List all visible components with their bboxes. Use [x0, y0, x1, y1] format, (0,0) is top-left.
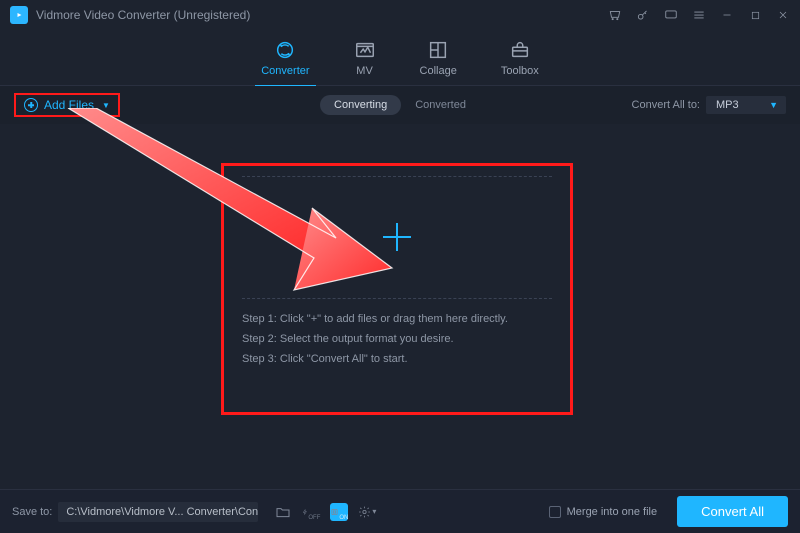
settings-icon[interactable]: ▾	[358, 503, 376, 521]
add-file-plus-icon[interactable]	[383, 223, 411, 251]
dropzone-instructions: Step 1: Click "+" to add files or drag t…	[242, 299, 552, 400]
output-format-value: MP3	[716, 99, 739, 111]
minimize-icon[interactable]	[720, 8, 734, 22]
app-title: Vidmore Video Converter (Unregistered)	[36, 8, 250, 22]
output-format-row: Convert All to: MP3 ▼	[632, 96, 786, 114]
converter-icon	[274, 39, 296, 61]
app-window: Vidmore Video Converter (Unregistered) C…	[0, 0, 800, 533]
close-icon[interactable]	[776, 8, 790, 22]
merge-label: Merge into one file	[567, 506, 658, 518]
menu-icon[interactable]	[692, 8, 706, 22]
subtab-converting[interactable]: Converting	[320, 95, 401, 115]
subtabs: Converting Converted	[320, 95, 480, 115]
open-folder-icon[interactable]	[274, 503, 292, 521]
main-tabs: Converter MV Collage Toolbox	[0, 30, 800, 86]
save-to-label: Save to:	[12, 506, 52, 518]
plus-circle-icon	[24, 98, 38, 112]
hw-accel-on-icon[interactable]: ON	[330, 503, 348, 521]
step3-text: Step 3: Click "Convert All" to start.	[242, 353, 552, 365]
chevron-down-icon: ▼	[769, 100, 778, 110]
add-files-label: Add Files	[44, 98, 94, 112]
chevron-down-icon: ▼	[102, 101, 110, 110]
titlebar: Vidmore Video Converter (Unregistered)	[0, 0, 800, 30]
dropzone[interactable]: Step 1: Click "+" to add files or drag t…	[222, 164, 572, 414]
checkbox-icon	[549, 506, 561, 518]
toolbox-icon	[509, 39, 531, 61]
tab-mv[interactable]: MV	[354, 39, 376, 77]
convert-all-button[interactable]: Convert All	[677, 496, 788, 527]
save-path-value: C:\Vidmore\Vidmore V... Converter\Conver…	[66, 506, 258, 518]
bottom-bar: Save to: C:\Vidmore\Vidmore V... Convert…	[0, 489, 800, 533]
tab-converter[interactable]: Converter	[261, 39, 309, 77]
collage-icon	[427, 39, 449, 61]
secondary-toolbar: Add Files ▼ Converting Converted Convert…	[0, 86, 800, 124]
mv-icon	[354, 39, 376, 61]
step1-text: Step 1: Click "+" to add files or drag t…	[242, 313, 552, 325]
convert-all-to-label: Convert All to:	[632, 99, 700, 111]
output-format-select[interactable]: MP3 ▼	[706, 96, 786, 114]
subtab-converted[interactable]: Converted	[401, 95, 480, 115]
bottom-icons: OFF ON ▾	[274, 503, 376, 521]
main-canvas: Step 1: Click "+" to add files or drag t…	[0, 124, 800, 489]
hw-on-label: ON	[339, 515, 348, 521]
tab-collage[interactable]: Collage	[420, 39, 457, 77]
hw-off-label: OFF	[308, 515, 320, 521]
save-to-row: Save to: C:\Vidmore\Vidmore V... Convert…	[12, 502, 258, 522]
tab-label: Converter	[261, 65, 309, 77]
tab-label: MV	[356, 65, 373, 77]
tab-label: Toolbox	[501, 65, 539, 77]
cart-icon[interactable]	[608, 8, 622, 22]
save-path-select[interactable]: C:\Vidmore\Vidmore V... Converter\Conver…	[58, 502, 258, 522]
maximize-icon[interactable]	[748, 8, 762, 22]
key-icon[interactable]	[636, 8, 650, 22]
hw-accel-off-icon[interactable]: OFF	[302, 503, 320, 521]
tab-toolbox[interactable]: Toolbox	[501, 39, 539, 77]
dropzone-top	[242, 176, 552, 299]
merge-checkbox[interactable]: Merge into one file	[549, 506, 658, 518]
app-logo-icon	[10, 6, 28, 24]
feedback-icon[interactable]	[664, 8, 678, 22]
step2-text: Step 2: Select the output format you des…	[242, 333, 552, 345]
window-controls	[608, 8, 790, 22]
tab-label: Collage	[420, 65, 457, 77]
add-files-button[interactable]: Add Files ▼	[14, 93, 120, 117]
